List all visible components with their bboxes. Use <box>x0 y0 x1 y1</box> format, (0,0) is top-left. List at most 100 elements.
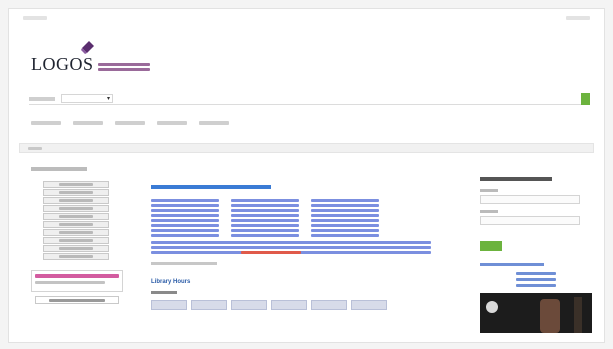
login-title <box>480 177 552 181</box>
top-bar-right-text[interactable] <box>566 16 590 20</box>
hours-cell <box>151 300 187 310</box>
resource-link[interactable] <box>311 219 379 222</box>
nav-item[interactable] <box>31 121 61 135</box>
resource-link[interactable] <box>231 224 299 227</box>
resource-link[interactable] <box>311 214 379 217</box>
video-thumbnail[interactable] <box>480 293 592 333</box>
link-columns <box>151 199 431 237</box>
nav-item[interactable] <box>115 121 145 135</box>
logo-subtitle <box>97 63 150 71</box>
resource-link[interactable] <box>151 219 219 222</box>
sidebar-menu-item[interactable] <box>43 181 109 188</box>
side-link[interactable] <box>516 272 556 275</box>
sidebar-menu-item[interactable] <box>43 221 109 228</box>
hours-cell <box>351 300 387 310</box>
resource-link[interactable] <box>151 229 219 232</box>
site-logo[interactable]: LOGOS <box>9 27 604 73</box>
breadcrumb-home-link[interactable] <box>28 147 42 150</box>
hours-cell <box>191 300 227 310</box>
chevron-down-icon: ▾ <box>106 96 110 102</box>
breadcrumb <box>19 143 594 153</box>
library-hours-title: Library Hours <box>151 279 191 285</box>
nav-item[interactable] <box>157 121 187 135</box>
logo-subtitle-zh <box>97 68 150 71</box>
resource-link[interactable] <box>311 204 379 207</box>
resource-link[interactable] <box>231 219 299 222</box>
notice-text <box>241 251 301 254</box>
sidebar-menu-item[interactable] <box>43 245 109 252</box>
password-field[interactable] <box>480 216 580 225</box>
resource-link[interactable] <box>231 234 299 237</box>
sidebar-menu-item[interactable] <box>43 189 109 196</box>
sidebar-menu-item-label <box>59 255 93 258</box>
sidebar-menu-item-label <box>59 247 93 250</box>
ebook-promo-banner[interactable] <box>31 270 123 292</box>
sidebar-menu-item-label <box>59 191 93 194</box>
login-button[interactable] <box>480 241 502 251</box>
resource-link[interactable] <box>151 234 219 237</box>
link-column <box>231 199 299 237</box>
link-column <box>311 199 379 237</box>
library-hours-date <box>151 291 177 294</box>
nav-item-label <box>115 121 145 125</box>
extra-links <box>151 241 431 254</box>
resource-link[interactable] <box>151 204 219 207</box>
resource-link[interactable] <box>151 214 219 217</box>
resource-link[interactable] <box>311 209 379 212</box>
login-links <box>480 272 592 287</box>
resource-link[interactable] <box>311 229 379 232</box>
resource-link[interactable] <box>231 199 299 202</box>
resource-link[interactable] <box>311 199 379 202</box>
sidebar-menu-item-label <box>59 239 93 242</box>
username-field[interactable] <box>480 195 580 204</box>
nav-item-label <box>157 121 187 125</box>
resource-link[interactable] <box>231 204 299 207</box>
search-button[interactable] <box>581 92 590 105</box>
top-bar-left-text[interactable] <box>23 16 47 20</box>
video-still-image <box>480 293 592 333</box>
footnote <box>151 262 217 265</box>
sidebar-menu-item-label <box>59 223 93 226</box>
promo-headline <box>35 274 119 278</box>
promo-subline <box>35 281 105 284</box>
resource-link[interactable] <box>231 214 299 217</box>
hours-cell <box>231 300 267 310</box>
sidebar-menu-item-label <box>59 207 93 210</box>
sidebar-menu-item[interactable] <box>43 237 109 244</box>
sidebar-menu-item[interactable] <box>43 229 109 236</box>
sidebar-menu-item-label <box>59 183 93 186</box>
side-link[interactable] <box>516 278 556 281</box>
library-hours-table <box>151 300 431 310</box>
resource-link[interactable] <box>311 234 379 237</box>
search-scope-select[interactable]: ▾ <box>61 94 113 103</box>
promo-link-button[interactable] <box>35 296 119 304</box>
forgot-password-link[interactable] <box>480 263 544 266</box>
resource-link[interactable] <box>231 229 299 232</box>
search-input[interactable] <box>113 94 581 103</box>
side-link[interactable] <box>516 284 556 287</box>
main-nav <box>9 105 604 135</box>
link-column <box>151 199 219 237</box>
resource-link[interactable] <box>311 224 379 227</box>
resource-link[interactable] <box>151 209 219 212</box>
sidebar-menu-item[interactable] <box>43 253 109 260</box>
promo-link-label <box>49 298 105 302</box>
sidebar-menu-item-label <box>59 231 93 234</box>
resource-link[interactable] <box>151 241 431 244</box>
sidebar-menu-item[interactable] <box>43 213 109 220</box>
book-logo-icon <box>80 41 94 54</box>
nav-item[interactable] <box>73 121 103 135</box>
resource-link[interactable] <box>231 209 299 212</box>
hours-cell <box>311 300 347 310</box>
hours-cell <box>271 300 307 310</box>
search-bar: ▾ <box>29 92 590 105</box>
sidebar-menu-item-label <box>59 199 93 202</box>
logo-wordmark: LOGOS <box>31 54 94 74</box>
resource-link[interactable] <box>151 199 219 202</box>
resource-link[interactable] <box>151 246 431 249</box>
nav-item[interactable] <box>199 121 229 135</box>
login-panel <box>480 177 592 333</box>
sidebar-menu-item[interactable] <box>43 205 109 212</box>
sidebar-menu-item[interactable] <box>43 197 109 204</box>
resource-link[interactable] <box>151 224 219 227</box>
